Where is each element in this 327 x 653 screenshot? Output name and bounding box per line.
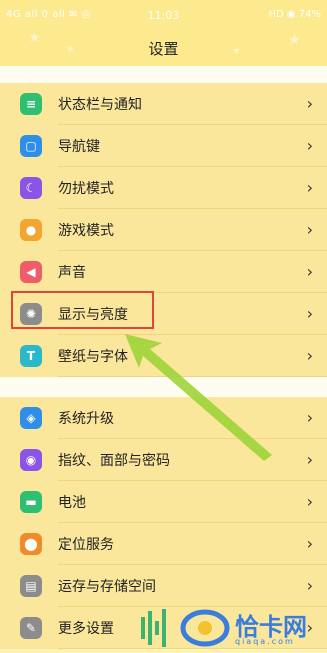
watermark-url: qiaqa.com bbox=[235, 637, 295, 646]
watermark-logo-icon bbox=[141, 609, 230, 647]
watermark: 恰卡网 qiaqa.com bbox=[135, 603, 327, 653]
pointer-arrow bbox=[125, 334, 272, 461]
